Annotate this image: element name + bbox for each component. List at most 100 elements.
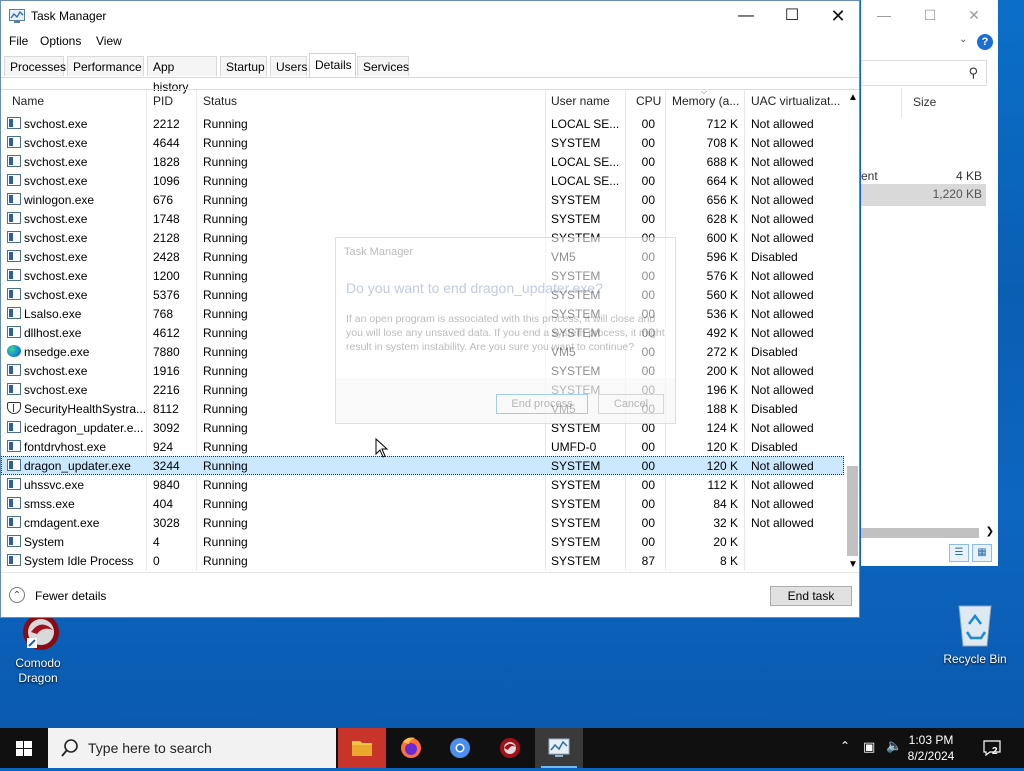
tab-details[interactable]: Details — [309, 53, 356, 77]
search-placeholder: Type here to search — [88, 740, 212, 756]
process-user: LOCAL SE... — [551, 117, 620, 131]
tab-processes[interactable]: Processes — [4, 56, 66, 76]
column-header-cpu[interactable]: CPU — [636, 94, 661, 108]
task-manager-taskbar-button[interactable] — [535, 728, 583, 768]
table-header: ⌵ Name PID Status User name CPU Memory (… — [1, 87, 844, 114]
taskbar-search-box[interactable]: Type here to search — [48, 728, 336, 768]
table-row[interactable]: System 4 Running SYSTEM 00 20 K — [1, 532, 844, 551]
menu-view[interactable]: View — [96, 34, 122, 48]
table-row[interactable]: uhssvc.exe 9840 Running SYSTEM 00 112 K Not al… — [1, 475, 844, 494]
title-bar[interactable]: Task Manager — ☐ ✕ — [1, 1, 859, 31]
minimize-icon[interactable]: — — [861, 4, 907, 26]
column-header-uac[interactable]: UAC virtualizat... — [751, 94, 841, 108]
chevron-down-icon[interactable]: ▼ — [848, 559, 858, 570]
process-name: msedge.exe — [24, 345, 90, 359]
table-row[interactable]: smss.exe 404 Running SYSTEM 00 84 K Not allowe… — [1, 494, 844, 513]
table-row[interactable]: System Idle Process 0 Running SYSTEM 87 8 K — [1, 551, 844, 570]
menu-file[interactable]: File — [9, 34, 28, 48]
table-row[interactable]: fontdrvhost.exe 924 Running UMFD-0 00 120 K Di… — [1, 437, 844, 456]
process-icon — [7, 250, 21, 262]
process-memory: 8 K — [719, 554, 738, 568]
end-process-dialog[interactable]: Task Manager Do you want to end dragon_u… — [335, 237, 676, 424]
table-row[interactable]: svchost.exe 1748 Running SYSTEM 00 628 K Not a… — [1, 209, 844, 228]
minimize-button[interactable]: — — [723, 1, 769, 31]
dialog-title: Task Manager — [344, 246, 414, 258]
chevron-up-circle-icon[interactable]: ⌃ — [9, 587, 25, 603]
tab-performance[interactable]: Performance — [67, 56, 144, 76]
scrollbar-thumb[interactable] — [861, 528, 979, 538]
details-view-icon[interactable]: ☰ — [949, 544, 969, 562]
help-icon[interactable]: ? — [977, 34, 993, 50]
chevron-right-icon[interactable]: ❯ — [986, 526, 994, 537]
column-header-status[interactable]: Status — [203, 94, 237, 108]
explorer-size-column-header[interactable]: Size — [913, 95, 936, 109]
table-row[interactable]: cmdagent.exe 3028 Running SYSTEM 00 32 K Not a… — [1, 513, 844, 532]
maximize-icon[interactable]: ☐ — [907, 4, 953, 26]
table-row[interactable]: winlogon.exe 676 Running SYSTEM 00 656 K Not a… — [1, 190, 844, 209]
cancel-button[interactable]: Cancel — [598, 394, 664, 414]
task-manager-window[interactable]: Task Manager — ☐ ✕ File Options View Pro… — [0, 0, 860, 618]
explorer-horizontal-scrollbar[interactable]: ❯ — [861, 526, 998, 540]
notification-count: 2 — [992, 746, 998, 757]
tab-startup[interactable]: Startup — [220, 56, 267, 76]
dialog-heading: Do you want to end dragon_updater.exe? — [346, 280, 603, 296]
column-header-memory[interactable]: Memory (a... — [672, 94, 742, 108]
chevron-down-icon[interactable]: ⌄ — [959, 34, 967, 45]
end-task-button[interactable]: End task — [770, 586, 852, 606]
chromium-taskbar-button[interactable] — [436, 728, 484, 768]
table-row[interactable]: svchost.exe 4644 Running SYSTEM 00 708 K Not a… — [1, 133, 844, 152]
firefox-taskbar-button[interactable] — [387, 728, 435, 768]
view-buttons: ☰ ▦ — [949, 544, 995, 562]
column-header-pid[interactable]: PID — [153, 94, 173, 108]
table-row-selected[interactable]: dragon_updater.exe 3244 Running SYSTEM 00 120… — [1, 456, 844, 475]
process-name: dragon_updater.exe — [24, 459, 131, 473]
maximize-button[interactable]: ☐ — [769, 1, 815, 31]
process-uac: Not allowed — [751, 383, 814, 397]
table-row[interactable]: svchost.exe 1096 Running LOCAL SE... 00 664 K… — [1, 171, 844, 190]
close-button[interactable]: ✕ — [815, 1, 861, 31]
vertical-scrollbar[interactable]: ▲ ▼ — [846, 90, 859, 572]
explorer-search-box[interactable]: ⚲ — [861, 60, 987, 86]
process-pid: 4644 — [153, 136, 180, 150]
process-status: Running — [203, 231, 248, 245]
desktop-icon-recycle-bin[interactable]: Recycle Bin — [940, 602, 1010, 667]
process-pid: 4 — [153, 535, 160, 549]
menu-options[interactable]: Options — [40, 34, 81, 48]
process-status: Running — [203, 174, 248, 188]
process-status: Running — [203, 364, 248, 378]
start-button[interactable] — [0, 728, 48, 768]
comodo-dragon-taskbar-button[interactable] — [486, 728, 534, 768]
network-icon[interactable]: ▣ — [863, 739, 875, 755]
process-icon — [7, 554, 21, 566]
dialog-body: If an open program is associated with th… — [346, 313, 665, 353]
tab-services[interactable]: Services — [357, 56, 409, 76]
process-icon — [7, 459, 21, 471]
process-name: svchost.exe — [24, 174, 88, 188]
large-icons-view-icon[interactable]: ▦ — [972, 544, 992, 562]
explorer-row[interactable]: ent 4 KB — [861, 166, 986, 184]
fewer-details-link[interactable]: Fewer details — [35, 589, 106, 603]
process-status: Running — [203, 535, 248, 549]
table-row[interactable]: svchost.exe 1828 Running LOCAL SE... 00 688 K… — [1, 152, 844, 171]
process-cpu: 00 — [641, 212, 655, 226]
tab-app-history[interactable]: App history — [147, 56, 217, 94]
explorer-row-selected[interactable]: 1,220 KB — [861, 184, 986, 206]
process-name: svchost.exe — [24, 250, 88, 264]
notification-center-button[interactable]: 2 — [982, 738, 1002, 758]
explorer-window[interactable]: — ☐ ✕ ⌄ ? ⚲ Size ent 4 KB 1,220 KB ❯ ☰ ▦ — [861, 0, 998, 566]
process-pid: 1828 — [153, 155, 180, 169]
comodo-dragon-icon — [500, 738, 520, 758]
tab-users[interactable]: Users — [270, 56, 307, 76]
scrollbar-thumb[interactable] — [847, 466, 858, 556]
close-icon[interactable]: ✕ — [951, 4, 997, 26]
file-explorer-taskbar-button[interactable] — [338, 728, 386, 768]
chevron-up-icon[interactable]: ⌃ — [840, 739, 850, 753]
column-header-user[interactable]: User name — [551, 94, 610, 108]
table-row[interactable]: svchost.exe 2212 Running LOCAL SE... 00 712 K… — [1, 114, 844, 133]
desktop-icon-comodo-dragon[interactable]: Comodo Dragon — [3, 612, 73, 686]
clock[interactable]: 1:03 PM 8/2/2024 — [896, 732, 966, 764]
chevron-up-icon[interactable]: ▲ — [848, 92, 858, 103]
process-status: Running — [203, 288, 248, 302]
column-header-name[interactable]: Name — [12, 94, 44, 108]
end-process-button[interactable]: End process — [496, 394, 588, 414]
